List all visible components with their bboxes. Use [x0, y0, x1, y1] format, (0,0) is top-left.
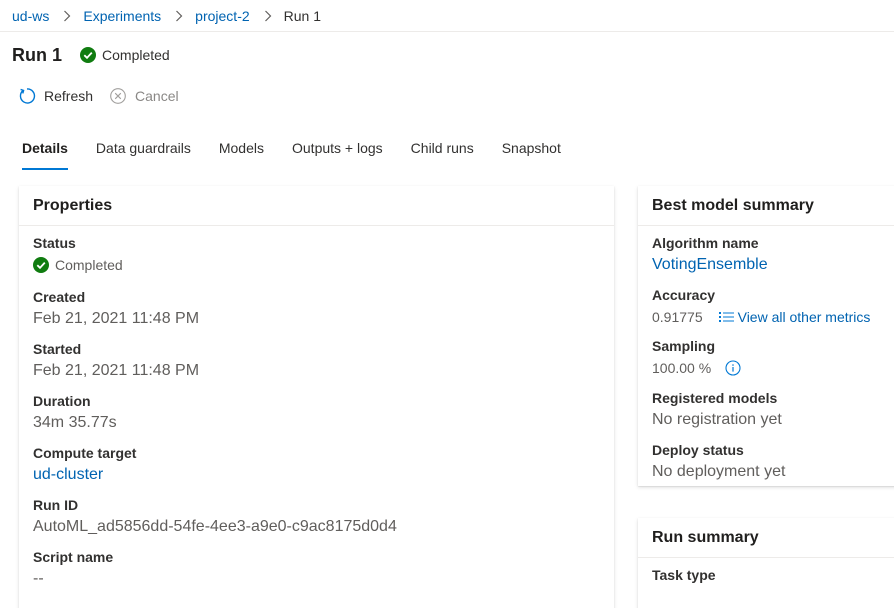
- tab-bar: Details Data guardrails Models Outputs +…: [22, 130, 589, 170]
- cancel-button[interactable]: Cancel: [109, 87, 179, 105]
- tab-models[interactable]: Models: [219, 130, 264, 170]
- prop-started-value: Feb 21, 2021 11:48 PM: [33, 362, 200, 379]
- prop-sampling-label: Sampling: [652, 338, 716, 354]
- tab-snapshot[interactable]: Snapshot: [502, 130, 561, 170]
- prop-registered-label: Registered models: [652, 390, 778, 406]
- check-circle-icon: [33, 257, 49, 273]
- prop-runid-value: AutoML_ad5856dd-54fe-4ee3-a9e0-c9ac8175d…: [33, 518, 397, 535]
- chevron-right-icon: [175, 10, 183, 22]
- prop-status-value: Completed: [33, 254, 123, 276]
- prop-script-value: --: [33, 570, 44, 587]
- info-icon[interactable]: [725, 360, 741, 376]
- prop-duration-label: Duration: [33, 393, 91, 409]
- prop-accuracy-label: Accuracy: [652, 287, 716, 303]
- prop-compute-label: Compute target: [33, 445, 137, 461]
- prop-accuracy-row: 0.91775 View all other metrics: [652, 306, 870, 328]
- prop-created-label: Created: [33, 289, 86, 305]
- list-icon: [718, 312, 734, 322]
- prop-started-label: Started: [33, 341, 82, 357]
- view-all-metrics-link[interactable]: View all other metrics: [718, 306, 871, 328]
- view-all-metrics-label: View all other metrics: [737, 309, 871, 325]
- best-model-heading: Best model summary: [638, 186, 894, 226]
- prop-accuracy: Accuracy 0.91775 View all other metrics: [652, 286, 870, 328]
- properties-card: Properties Status Completed Created Feb …: [19, 186, 614, 608]
- prop-algorithm: Algorithm name VotingEnsemble: [652, 234, 768, 276]
- cancel-icon: [109, 87, 127, 105]
- compute-target-link[interactable]: ud-cluster: [33, 464, 136, 486]
- prop-deploy-label: Deploy status: [652, 442, 744, 458]
- tab-data-guardrails[interactable]: Data guardrails: [96, 130, 191, 170]
- refresh-button[interactable]: Refresh: [18, 87, 93, 105]
- run-summary-heading: Run summary: [638, 518, 894, 558]
- algorithm-link[interactable]: VotingEnsemble: [652, 254, 768, 276]
- chevron-right-icon: [264, 10, 272, 22]
- tab-details[interactable]: Details: [22, 130, 68, 170]
- prop-status-label: Status: [33, 235, 76, 251]
- check-circle-icon: [80, 47, 97, 63]
- prop-duration-value: 34m 35.77s: [33, 414, 117, 431]
- prop-runid-label: Run ID: [33, 497, 79, 513]
- prop-compute-target: Compute target ud-cluster: [33, 444, 136, 486]
- properties-heading: Properties: [19, 186, 614, 226]
- refresh-label: Refresh: [44, 88, 94, 104]
- prop-task-label: Task type: [652, 567, 716, 583]
- tab-child-runs[interactable]: Child runs: [411, 130, 474, 170]
- prop-accuracy-value: 0.91775: [652, 309, 703, 325]
- prop-status-text: Completed: [55, 257, 123, 273]
- breadcrumb-current-run: Run 1: [283, 7, 321, 24]
- prop-duration: Duration 34m 35.77s: [33, 392, 117, 434]
- prop-registered-value: No registration yet: [652, 411, 782, 428]
- breadcrumb-workspace[interactable]: ud-ws: [12, 8, 49, 24]
- prop-created-value: Feb 21, 2021 11:48 PM: [33, 310, 200, 327]
- prop-registered-models: Registered models No registration yet: [652, 389, 782, 431]
- status-text: Completed: [102, 47, 170, 63]
- prop-sampling-row: 100.00 %: [652, 357, 741, 379]
- prop-algorithm-label: Algorithm name: [652, 235, 759, 251]
- prop-sampling-value: 100.00 %: [652, 360, 712, 376]
- best-model-summary-card: Best model summary Algorithm name Voting…: [638, 186, 894, 486]
- prop-started: Started Feb 21, 2021 11:48 PM: [33, 340, 199, 382]
- prop-run-id: Run ID AutoML_ad5856dd-54fe-4ee3-a9e0-c9…: [33, 496, 397, 538]
- page-header: Run 1 Completed: [12, 43, 170, 67]
- prop-deploy-value: No deployment yet: [652, 463, 786, 480]
- breadcrumb-experiments[interactable]: Experiments: [83, 8, 161, 24]
- prop-script-name: Script name --: [33, 548, 113, 590]
- refresh-icon: [18, 87, 36, 105]
- breadcrumb: ud-ws Experiments project-2 Run 1: [0, 0, 894, 32]
- command-bar: Refresh Cancel: [18, 84, 195, 108]
- prop-sampling: Sampling 100.00 %: [652, 337, 741, 379]
- run-summary-card: Run summary Task type: [638, 518, 894, 608]
- chevron-right-icon: [63, 10, 71, 22]
- prop-created: Created Feb 21, 2021 11:48 PM: [33, 288, 199, 330]
- prop-task-type: Task type: [652, 566, 716, 584]
- tab-outputs-logs[interactable]: Outputs + logs: [292, 130, 383, 170]
- page-title: Run 1: [12, 44, 63, 65]
- breadcrumb-experiment[interactable]: project-2: [195, 8, 249, 24]
- prop-status: Status Completed: [33, 234, 123, 276]
- status-badge: Completed: [80, 47, 170, 63]
- prop-deploy-status: Deploy status No deployment yet: [652, 441, 785, 483]
- cancel-label: Cancel: [135, 88, 179, 104]
- prop-script-label: Script name: [33, 549, 114, 565]
